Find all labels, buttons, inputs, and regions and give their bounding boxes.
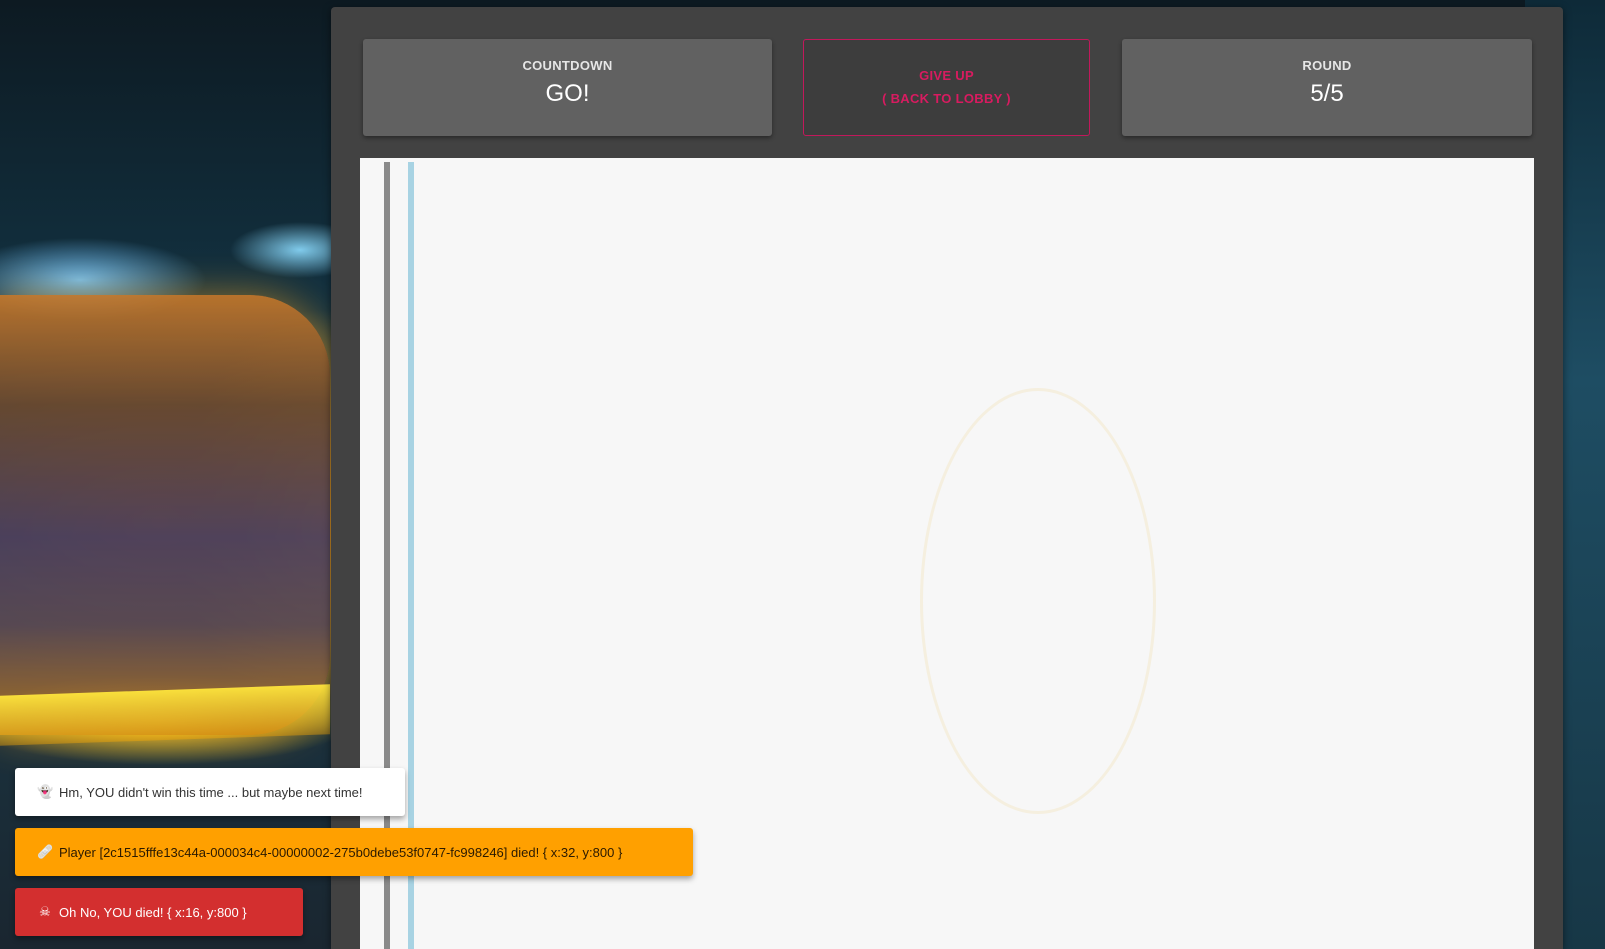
board-background-watermark [920,388,1156,814]
bandage-icon: 🩹 [37,844,54,859]
countdown-value: GO! [545,80,590,107]
round-card: ROUND 5/5 [1122,39,1532,136]
background-light-stripe [0,684,330,746]
countdown-card: COUNTDOWN GO! [363,39,772,136]
skull-icon: ☠ [39,904,51,919]
give-up-label: GIVE UP [919,68,974,83]
toast-you-died[interactable]: ☠ Oh No, YOU died! { x:16, y:800 } [15,888,303,936]
back-to-lobby-label: ( BACK TO LOBBY ) [882,91,1011,106]
round-label: ROUND [1302,58,1352,73]
round-value: 5/5 [1310,80,1344,107]
give-up-button[interactable]: GIVE UP ( BACK TO LOBBY ) [803,39,1090,136]
background-art [0,295,330,735]
countdown-label: COUNTDOWN [522,58,613,73]
ghost-icon: 👻 [37,784,54,799]
toast-text: Hm, YOU didn't win this time ... but may… [59,784,363,800]
toast-text: Oh No, YOU died! { x:16, y:800 } [59,904,247,920]
toast-player-died[interactable]: 🩹 Player [2c1515fffe13c44a-000034c4-0000… [15,828,693,876]
toast-text: Player [2c1515fffe13c44a-000034c4-000000… [59,844,623,860]
toast-lose-message[interactable]: 👻 Hm, YOU didn't win this time ... but m… [15,768,405,816]
